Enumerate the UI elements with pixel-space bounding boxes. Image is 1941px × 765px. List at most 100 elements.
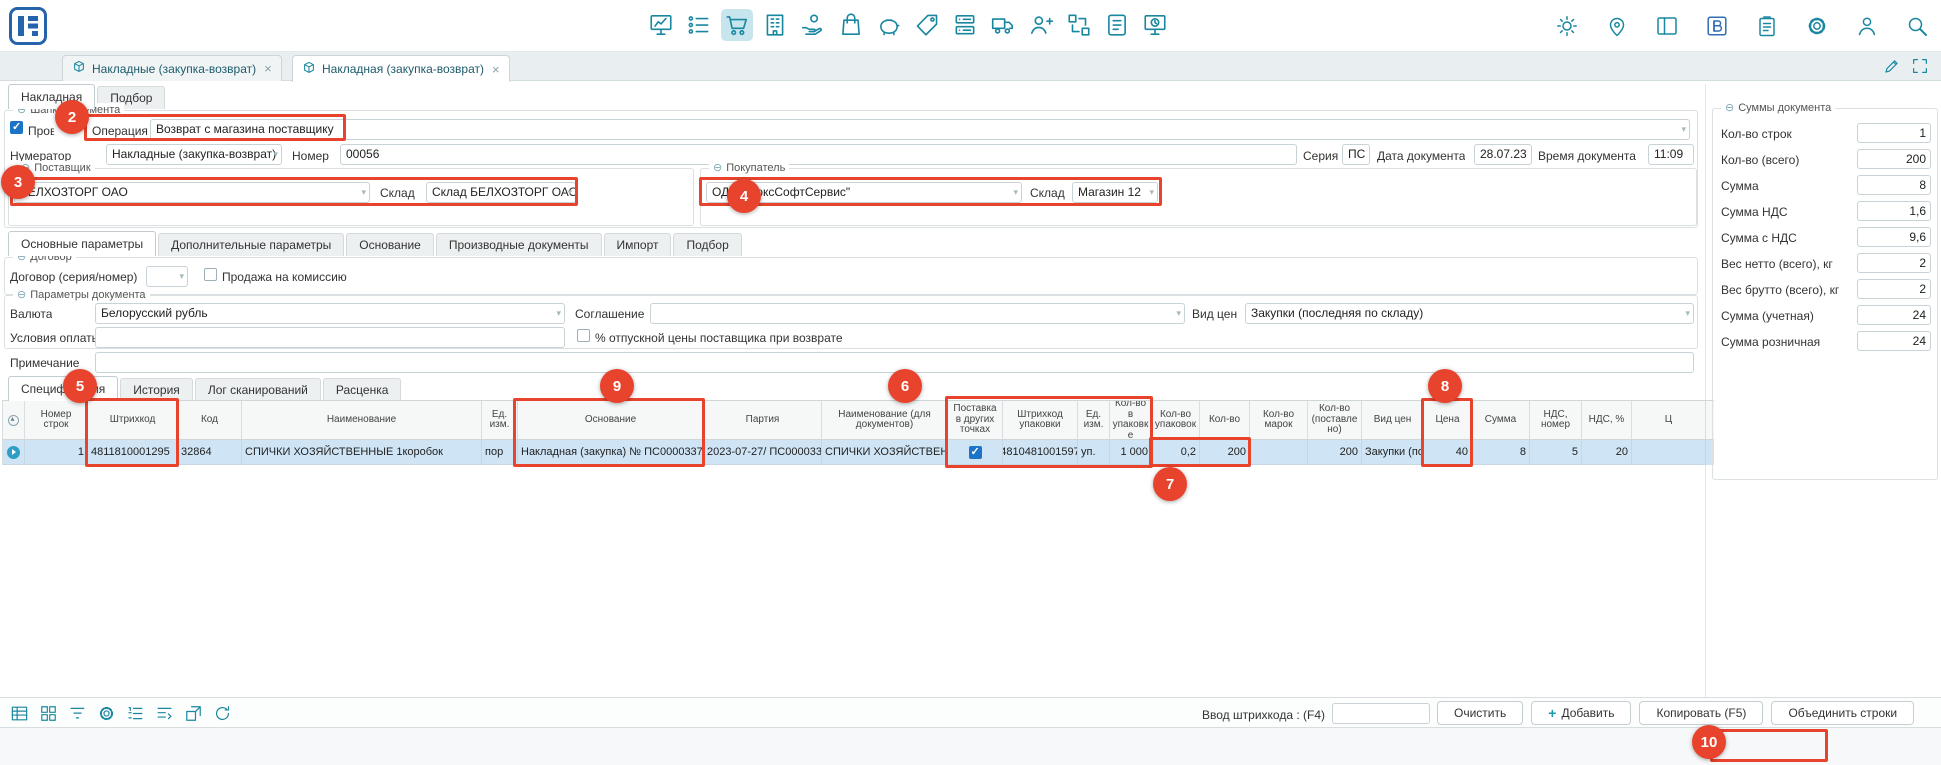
param-tab-4[interactable]: Производные документы — [436, 233, 602, 256]
row-cell-17[interactable]: Закупки (пос — [1362, 440, 1424, 465]
columns-icon[interactable] — [1651, 10, 1683, 42]
currency-input[interactable]: Белорусский рубль — [95, 303, 565, 324]
posted-checkbox[interactable] — [10, 121, 23, 134]
person-add-icon[interactable] — [1025, 9, 1057, 41]
row-cell-8[interactable]: СПИЧКИ ХОЗЯЙСТВЕН — [822, 440, 948, 465]
row-cell-21[interactable]: 20 — [1582, 440, 1632, 465]
return-percent-checkbox[interactable] — [577, 329, 590, 342]
search-icon[interactable] — [1901, 10, 1933, 42]
barcode-input[interactable] — [1332, 703, 1430, 724]
row-cell-16[interactable]: 200 — [1308, 440, 1362, 465]
param-tab-3[interactable]: Основание — [346, 233, 434, 256]
column-header-1[interactable]: Номер строк — [25, 401, 88, 439]
price-type-input[interactable]: Закупки (последняя по складу) — [1245, 303, 1694, 324]
piggy-bank-icon[interactable] — [873, 9, 905, 41]
building-icon[interactable] — [759, 9, 791, 41]
collapse-icon[interactable] — [1725, 101, 1734, 114]
filter-icon[interactable] — [66, 702, 88, 724]
user-icon[interactable] — [1851, 10, 1883, 42]
app-logo[interactable] — [8, 6, 48, 46]
column-header-0[interactable] — [3, 401, 25, 439]
row-cell-1[interactable]: 1 — [25, 440, 88, 465]
shopping-bag-icon[interactable] — [835, 9, 867, 41]
list-move-icon[interactable] — [153, 702, 175, 724]
row-cell-4[interactable]: СПИЧКИ ХОЗЯЙСТВЕННЫЕ 1коробок — [242, 440, 482, 465]
column-header-17[interactable]: Вид цен — [1362, 401, 1424, 439]
commission-checkbox[interactable] — [204, 268, 217, 281]
hand-coins-icon[interactable] — [797, 9, 829, 41]
operation-input[interactable]: Возврат с магазина поставщику — [150, 119, 1690, 140]
column-header-13[interactable]: Кол-во упаковок — [1152, 401, 1200, 439]
expand-all-icon[interactable] — [8, 415, 19, 426]
refresh-grid-icon[interactable] — [211, 702, 233, 724]
gear-icon[interactable] — [1801, 10, 1833, 42]
open-window-icon[interactable] — [182, 702, 204, 724]
fullscreen-icon[interactable] — [1911, 57, 1929, 78]
spec-tab-3[interactable]: Лог сканирований — [195, 378, 321, 401]
column-header-19[interactable]: Сумма — [1472, 401, 1530, 439]
note-input[interactable] — [95, 352, 1694, 373]
spec-tab-4[interactable]: Расценка — [323, 378, 402, 401]
bold-b-icon[interactable] — [1701, 10, 1733, 42]
row-marker-icon[interactable] — [7, 446, 20, 459]
column-header-8[interactable]: Наименование (для документов) — [822, 401, 948, 439]
column-header-7[interactable]: Партия — [704, 401, 822, 439]
tab-close-icon[interactable] — [264, 61, 272, 76]
collapse-icon[interactable] — [17, 288, 26, 301]
row-cell-3[interactable]: 32864 — [178, 440, 242, 465]
pin-icon[interactable] — [1601, 10, 1633, 42]
numbered-list-icon[interactable] — [124, 702, 146, 724]
column-header-21[interactable]: НДС, % — [1582, 401, 1632, 439]
total-label: Сумма розничная — [1721, 335, 1820, 349]
collapse-icon[interactable] — [713, 161, 722, 174]
cart-icon[interactable] — [721, 9, 753, 41]
truck-icon[interactable] — [987, 9, 1019, 41]
table-view-icon[interactable] — [8, 702, 30, 724]
notes-icon[interactable] — [1101, 9, 1133, 41]
number-input[interactable]: 00056 — [340, 144, 1297, 165]
checklist-icon[interactable] — [683, 9, 715, 41]
param-tab-6[interactable]: Подбор — [673, 233, 741, 256]
payment-terms-input[interactable] — [95, 327, 565, 348]
row-cell-7[interactable]: 2023-07-27/ ПС0000337, — [704, 440, 822, 465]
screen-clock-icon[interactable] — [1139, 9, 1171, 41]
price-tag-icon[interactable] — [911, 9, 943, 41]
param-tab-2[interactable]: Дополнительные параметры — [158, 233, 344, 256]
row-cell-20[interactable]: 5 — [1530, 440, 1582, 465]
contract-number-input[interactable] — [146, 266, 188, 287]
clear-button[interactable]: Очистить — [1437, 701, 1523, 725]
monitor-chart-icon[interactable] — [645, 9, 677, 41]
row-cell-19[interactable]: 8 — [1472, 440, 1530, 465]
doc-tab-invoice[interactable]: Накладная (закупка-возврат) — [292, 55, 510, 82]
agreement-input[interactable] — [650, 303, 1185, 324]
annotation-circle-8: 8 — [1428, 369, 1462, 403]
doc-time-input[interactable]: 11:09 — [1648, 144, 1694, 165]
param-tab-5[interactable]: Импорт — [604, 233, 672, 256]
settings-icon[interactable] — [95, 702, 117, 724]
column-header-22[interactable]: Ц — [1632, 401, 1706, 439]
column-header-3[interactable]: Код — [178, 401, 242, 439]
add-button[interactable]: Добавить — [1531, 701, 1631, 725]
doc-date-input[interactable]: 28.07.23 — [1474, 144, 1532, 165]
row-cell-0[interactable] — [3, 440, 25, 465]
series-input[interactable]: ПС — [1342, 144, 1370, 165]
column-header-16[interactable]: Кол-во (поставлено) — [1308, 401, 1362, 439]
clipboard-icon[interactable] — [1751, 10, 1783, 42]
numerator-input[interactable]: Накладные (закупка-возврат) — [106, 144, 282, 165]
merge-rows-button[interactable]: Объединить строки — [1771, 701, 1914, 725]
edit-pencil-icon[interactable] — [1883, 57, 1901, 78]
grid-view-icon[interactable] — [37, 702, 59, 724]
copy-button[interactable]: Копировать (F5) — [1639, 701, 1763, 725]
row-cell-15[interactable] — [1250, 440, 1308, 465]
doc-tab-invoices-list[interactable]: Накладные (закупка-возврат) — [62, 55, 282, 81]
column-header-4[interactable]: Наименование — [242, 401, 482, 439]
column-header-20[interactable]: НДС, номер — [1530, 401, 1582, 439]
column-header-14[interactable]: Кол-во — [1200, 401, 1250, 439]
server-icon[interactable] — [949, 9, 981, 41]
row-cell-22[interactable] — [1632, 440, 1706, 465]
org-split-icon[interactable] — [1063, 9, 1095, 41]
tab-close-icon[interactable] — [492, 62, 500, 77]
param-tab-1[interactable]: Основные параметры — [8, 231, 156, 256]
brightness-icon[interactable] — [1551, 10, 1583, 42]
column-header-15[interactable]: Кол-во марок — [1250, 401, 1308, 439]
